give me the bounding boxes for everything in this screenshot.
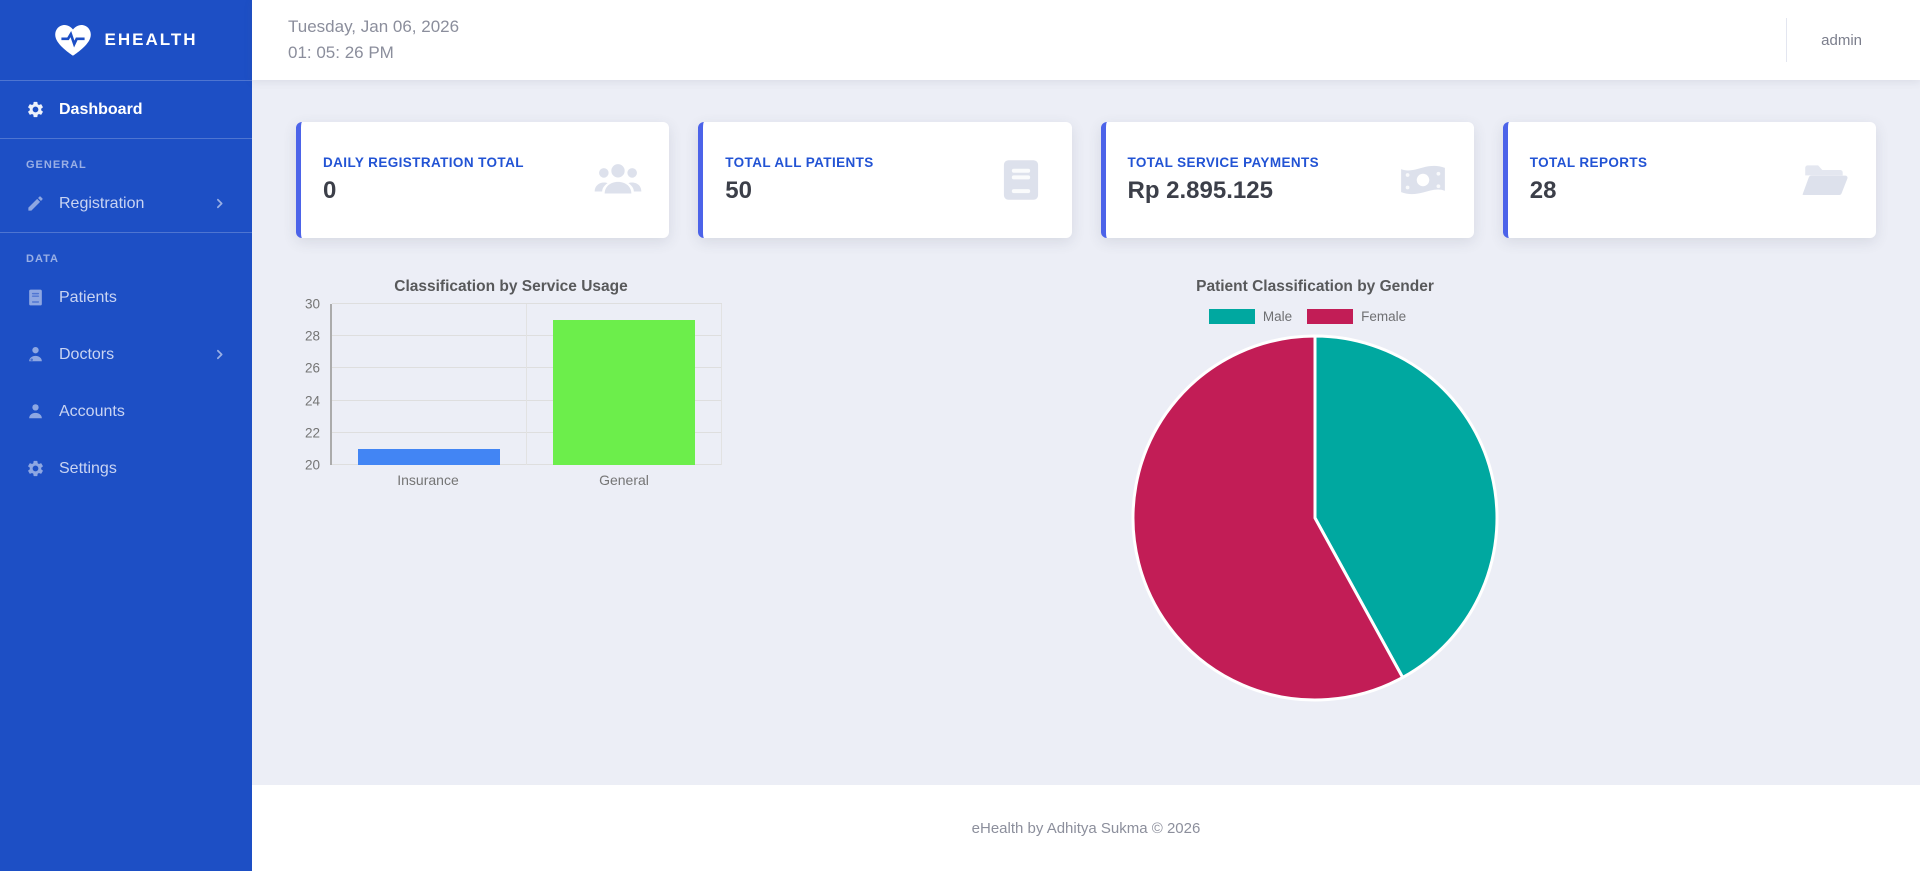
sidebar-item-patients[interactable]: Patients: [0, 269, 252, 326]
sidebar-section-general: GENERAL: [0, 139, 252, 175]
x-axis-label: Insurance: [330, 472, 526, 488]
user-icon: [26, 402, 45, 421]
y-axis-tick-label: 22: [305, 425, 320, 440]
sidebar-item-label: Accounts: [59, 403, 125, 421]
legend-item-female: Female: [1307, 309, 1421, 324]
users-icon: [593, 155, 643, 205]
heart-pulse-logo-icon: [54, 23, 92, 57]
chevron-right-icon: [213, 348, 226, 361]
sidebar: EHEALTH Dashboard GENERAL Registration D…: [0, 0, 252, 871]
y-axis-tick-label: 26: [305, 361, 320, 376]
pie-svg: [1129, 332, 1501, 704]
brand-title: EHEALTH: [104, 30, 197, 50]
pie-chart-column: Patient Classification by Gender Male Fem…: [726, 278, 1876, 709]
card-daily-registration: DAILY REGISTRATION TOTAL 0: [296, 122, 669, 238]
footer-text: eHealth by Adhitya Sukma © 2026: [972, 820, 1201, 837]
folder-open-icon: [1800, 155, 1850, 205]
money-icon: [1398, 155, 1448, 205]
current-time: 01: 05: 26 PM: [288, 40, 459, 66]
gender-pie-chart: Patient Classification by Gender Male Fem…: [1129, 278, 1501, 709]
sidebar-item-settings[interactable]: Settings: [0, 440, 252, 497]
dashboard-content: DAILY REGISTRATION TOTAL 0 TOTAL ALL PAT…: [252, 80, 1920, 785]
pencil-icon: [26, 194, 45, 213]
sidebar-section-data: DATA: [0, 233, 252, 269]
bar-chart-title: Classification by Service Usage: [296, 278, 726, 296]
doctor-icon: [26, 345, 45, 364]
bar-chart-yticks: 202224262830: [296, 304, 330, 465]
card-total-patients: TOTAL ALL PATIENTS 50: [698, 122, 1071, 238]
stat-cards-row: DAILY REGISTRATION TOTAL 0 TOTAL ALL PAT…: [296, 122, 1876, 238]
datetime: Tuesday, Jan 06, 2026 01: 05: 26 PM: [288, 14, 459, 66]
gear-icon: [26, 459, 45, 478]
legend-label: Male: [1263, 309, 1292, 324]
bar-chart-xlabels: InsuranceGeneral: [330, 472, 722, 488]
legend-swatch: [1307, 309, 1353, 324]
sidebar-item-label: Settings: [59, 460, 117, 478]
pie-legend: Male Female: [1209, 309, 1421, 324]
x-axis-label: General: [526, 472, 722, 488]
app-window: EHEALTH Dashboard GENERAL Registration D…: [0, 0, 1920, 871]
bar-general: [553, 320, 695, 465]
bar-insurance: [358, 449, 500, 465]
card-label: DAILY REGISTRATION TOTAL: [323, 155, 524, 170]
sidebar-item-label: Patients: [59, 289, 117, 307]
footer: eHealth by Adhitya Sukma © 2026: [252, 785, 1920, 871]
pie-svg-wrap: [1129, 332, 1501, 709]
card-value: 28: [1530, 177, 1648, 205]
y-axis-tick-label: 24: [305, 393, 320, 408]
sidebar-item-registration[interactable]: Registration: [0, 175, 252, 232]
card-label: TOTAL REPORTS: [1530, 155, 1648, 170]
sidebar-item-doctors[interactable]: Doctors: [0, 326, 252, 383]
charts-row: Classification by Service Usage 20 22 24 26…: [296, 278, 1876, 709]
topbar: Tuesday, Jan 06, 2026 01: 05: 26 PM admi…: [252, 0, 1920, 80]
topbar-divider: [1786, 18, 1787, 62]
sidebar-item-accounts[interactable]: Accounts: [0, 383, 252, 440]
card-total-reports: TOTAL REPORTS 28: [1503, 122, 1876, 238]
card-value: Rp 2.895.125: [1128, 177, 1320, 205]
card-service-payments: TOTAL SERVICE PAYMENTS Rp 2.895.125: [1101, 122, 1474, 238]
y-axis-tick-label: 28: [305, 329, 320, 344]
sidebar-item-label: Dashboard: [59, 101, 143, 119]
service-usage-bar-chart: Classification by Service Usage 20 22 24 26…: [296, 278, 726, 488]
pie-chart-title: Patient Classification by Gender: [1196, 278, 1434, 296]
bar-cell: [527, 304, 722, 465]
current-date: Tuesday, Jan 06, 2026: [288, 14, 459, 40]
legend-label: Female: [1361, 309, 1406, 324]
sidebar-item-label: Registration: [59, 195, 144, 213]
user-menu[interactable]: admin: [1821, 32, 1862, 49]
bar-cell: [332, 304, 527, 465]
sidebar-item-dashboard[interactable]: Dashboard: [0, 81, 252, 138]
legend-swatch: [1209, 309, 1255, 324]
bar-chart-cells: [332, 304, 722, 465]
sidebar-item-label: Doctors: [59, 346, 114, 364]
y-axis-tick-label: 20: [305, 458, 320, 473]
bar-chart-plot: [330, 304, 722, 465]
card-label: TOTAL SERVICE PAYMENTS: [1128, 155, 1320, 170]
chevron-right-icon: [213, 197, 226, 210]
card-label: TOTAL ALL PATIENTS: [725, 155, 873, 170]
card-value: 50: [725, 177, 873, 205]
gear-icon: [26, 100, 45, 119]
card-value: 0: [323, 177, 524, 205]
book-icon: [26, 288, 45, 307]
brand: EHEALTH: [0, 0, 252, 80]
book-icon: [996, 155, 1046, 205]
y-axis-tick-label: 30: [305, 297, 320, 312]
legend-item-male: Male: [1209, 309, 1307, 324]
